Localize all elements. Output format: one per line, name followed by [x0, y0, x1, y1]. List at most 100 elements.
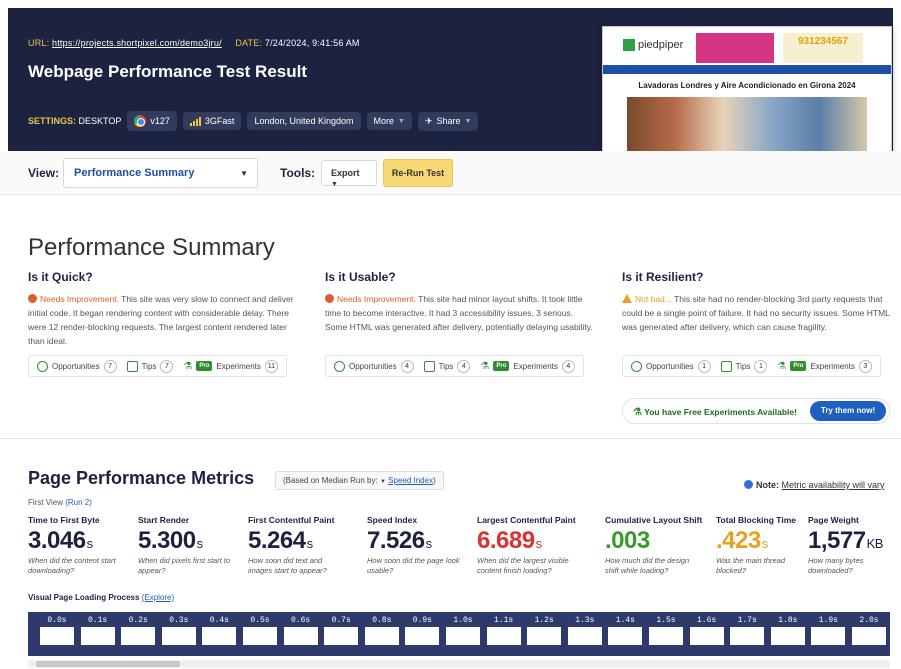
- export-button[interactable]: Export ▼: [321, 160, 377, 188]
- filmstrip-frame[interactable]: 0.6s: [283, 616, 318, 645]
- more-button[interactable]: More ▼: [366, 112, 412, 130]
- tested-url-link[interactable]: https://projects.shortpixel.com/demo3jru…: [52, 38, 222, 48]
- pro-badge: Pro: [790, 361, 807, 371]
- frame-thumbnail: [486, 627, 521, 645]
- frame-thumbnail: [405, 627, 440, 645]
- filmstrip-frame[interactable]: 1.8s: [770, 616, 805, 645]
- opportunities-chip[interactable]: Opportunities 4: [334, 359, 414, 373]
- filmstrip-frame[interactable]: 1.2s: [527, 616, 562, 645]
- chevron-down-icon: ▼: [240, 169, 248, 178]
- filmstrip-frame[interactable]: 0.3s: [161, 616, 196, 645]
- visual-loading-label: Visual Page Loading Process (Explore): [28, 593, 175, 602]
- experiments-chip[interactable]: ⚗ Pro Experiments 3: [777, 359, 872, 373]
- explore-link[interactable]: (Explore): [142, 593, 174, 602]
- info-icon: [744, 480, 753, 489]
- experiments-chip[interactable]: ⚗ Pro Experiments 4: [480, 359, 575, 373]
- settings-label: SETTINGS: DESKTOP: [28, 116, 122, 126]
- frame-thumbnail: [567, 627, 602, 645]
- experiments-chip[interactable]: ⚗ Pro Experiments 11: [183, 359, 278, 373]
- opportunities-chip[interactable]: Opportunities 1: [631, 359, 711, 373]
- clock-icon: [631, 360, 642, 372]
- location-pill: London, United Kingdom: [247, 112, 361, 130]
- metric-ttfb: Time to First Byte 3.046s When did the c…: [28, 515, 128, 576]
- pro-badge: Pro: [493, 361, 510, 371]
- note-link[interactable]: Metric availability will vary: [782, 480, 885, 490]
- filmstrip-frame[interactable]: 0.4s: [202, 616, 237, 645]
- frame-time: 0.6s: [290, 616, 311, 625]
- url-label: URL:: [28, 38, 50, 48]
- clock-icon: [37, 360, 48, 372]
- metric-cls: Cumulative Layout Shift .003 How much di…: [605, 515, 705, 576]
- tips-icon: [126, 360, 138, 372]
- opportunities-chip[interactable]: Opportunities 7: [37, 359, 117, 373]
- frame-thumbnail: [324, 627, 359, 645]
- frame-time: 1.8s: [778, 616, 798, 625]
- view-select[interactable]: Performance Summary ▼: [63, 158, 258, 188]
- share-button[interactable]: ✈ Share ▼: [417, 111, 479, 131]
- filmstrip-frame[interactable]: 2.0s: [852, 616, 886, 645]
- tips-chip[interactable]: Tips 1: [720, 359, 768, 373]
- filmstrip-frame[interactable]: 1.9s: [811, 616, 846, 645]
- frame-thumbnail: [40, 627, 74, 645]
- frame-time: 1.1s: [493, 616, 514, 625]
- frame-time: 0.8s: [372, 616, 392, 625]
- scrollbar-thumb[interactable]: [36, 661, 180, 667]
- filmstrip-frame[interactable]: 0.5s: [243, 616, 277, 645]
- frame-time: 2.0s: [859, 616, 879, 625]
- try-experiments-button[interactable]: Try them now!: [810, 401, 886, 421]
- frame-time: 1.4s: [615, 616, 635, 625]
- frame-thumbnail: [202, 627, 237, 645]
- filmstrip-scrollbar[interactable]: [28, 660, 890, 668]
- usable-heading: Is it Usable?: [325, 270, 396, 284]
- view-toolbar: View: Performance Summary ▼ Tools: Expor…: [0, 151, 901, 195]
- frame-thumbnail: [80, 627, 115, 645]
- date-label: DATE:: [235, 38, 263, 48]
- frame-thumbnail: [649, 627, 683, 645]
- metric-value: 5.300s: [138, 527, 203, 554]
- filmstrip-frame[interactable]: 1.0s: [446, 616, 480, 645]
- share-icon: ✈: [424, 115, 433, 126]
- frame-time: 1.2s: [534, 616, 554, 625]
- filmstrip-frame[interactable]: 0.7s: [324, 616, 359, 645]
- frame-time: 0.9s: [412, 616, 432, 625]
- filmstrip-frame[interactable]: 1.7s: [730, 616, 765, 645]
- tips-chip[interactable]: Tips 4: [423, 359, 471, 373]
- frame-time: 0.2s: [128, 616, 148, 625]
- test-meta: URL: https://projects.shortpixel.com/dem…: [28, 38, 360, 48]
- filmstrip-frame[interactable]: 1.3s: [567, 616, 602, 645]
- metric-value: 7.526s: [367, 527, 432, 554]
- tools-label: Tools:: [280, 166, 316, 180]
- filmstrip-frame[interactable]: 0.9s: [405, 616, 440, 645]
- frame-time: 0.7s: [331, 616, 351, 625]
- resilient-heading: Is it Resilient?: [622, 270, 704, 284]
- run-link[interactable]: (Run 2): [65, 498, 92, 507]
- filmstrip-frame[interactable]: 0.0s: [40, 616, 74, 645]
- quick-text: Needs Improvement. This site was very sl…: [28, 294, 294, 346]
- frame-time: 0.1s: [87, 616, 108, 625]
- filmstrip-frame[interactable]: 0.8s: [364, 616, 399, 645]
- usable-chips: Opportunities 4 Tips 4 ⚗ Pro Experiments 4: [325, 355, 584, 377]
- pro-badge: Pro: [196, 361, 213, 371]
- signal-icon: [189, 116, 201, 126]
- flask-icon: ⚗: [777, 360, 787, 372]
- site-logo: piedpiper: [623, 39, 683, 51]
- rerun-test-button[interactable]: Re-Run Test: [383, 159, 453, 187]
- tips-chip[interactable]: Tips 7: [126, 359, 174, 373]
- frame-thumbnail: [527, 627, 562, 645]
- frame-time: 0.3s: [169, 616, 189, 625]
- filmstrip-frame[interactable]: 1.1s: [486, 616, 521, 645]
- filmstrip-frame[interactable]: 0.1s: [80, 616, 115, 645]
- filmstrip[interactable]: 0.0s 0.1s 0.2s 0.3s 0.4s 0.5s 0.6s 0.7s 0.8s 0.9s…: [28, 612, 890, 656]
- filmstrip-frame[interactable]: 0.2s: [121, 616, 156, 645]
- frame-thumbnail: [608, 627, 643, 645]
- median-metric-link[interactable]: Speed Index: [388, 476, 433, 485]
- site-banner: [696, 33, 774, 63]
- resilient-text: Not bad... This site had no render-block…: [622, 294, 890, 332]
- metric-page-weight: Page Weight 1,577KB How many bytes downl…: [808, 515, 888, 576]
- filmstrip-frame[interactable]: 1.5s: [649, 616, 683, 645]
- resilient-column: Is it Resilient? Not bad... This site ha…: [622, 270, 894, 334]
- frame-time: 1.9s: [818, 616, 838, 625]
- filmstrip-frame[interactable]: 1.4s: [608, 616, 643, 645]
- filmstrip-frame[interactable]: 1.6s: [689, 616, 724, 645]
- frame-time: 0.4s: [209, 616, 229, 625]
